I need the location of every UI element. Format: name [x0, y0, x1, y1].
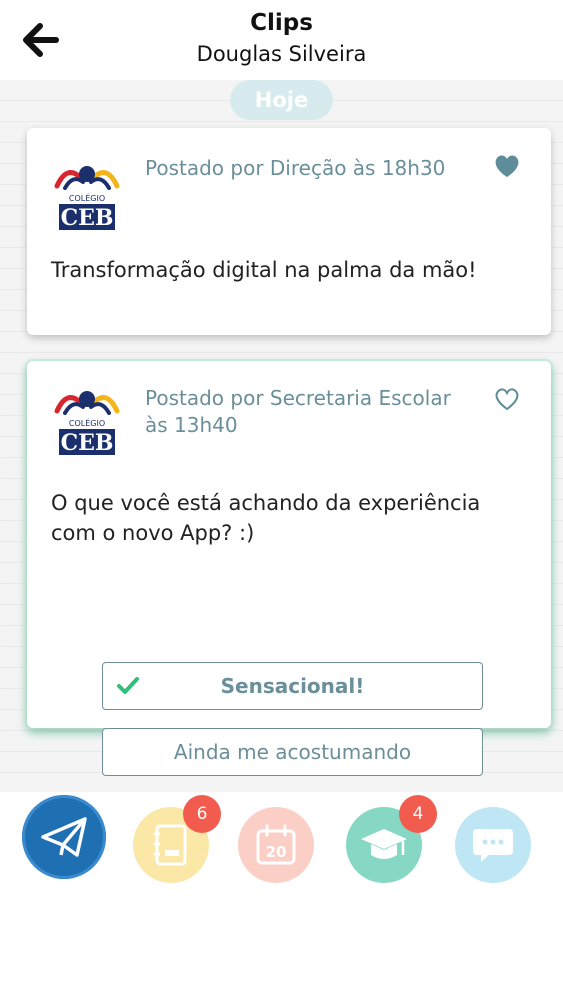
post-author-time: Postado por Secretaria Escolar às 13h40: [145, 386, 451, 437]
poll-option-label: Ainda me acostumando: [173, 740, 412, 764]
nav-chat-button[interactable]: [455, 807, 531, 883]
school-logo: COLÉGIO CEB: [54, 391, 120, 456]
graduation-cap-icon: [361, 829, 407, 859]
post-message: Transformação digital na palma da mão!: [51, 258, 477, 282]
feed[interactable]: Hoje COLÉGIO CEB Postado por Direção às …: [0, 80, 563, 792]
page-subtitle: Douglas Silveira: [196, 42, 367, 66]
post-message: O que você está achando da experiência c…: [51, 491, 481, 545]
logo-ceb-text: CEB: [61, 205, 114, 231]
checkmark-icon: [117, 677, 139, 694]
calendar-icon: 20: [256, 824, 296, 865]
post-author-time: Postado por Direção às 18h30: [145, 156, 446, 180]
school-logo: COLÉGIO CEB: [54, 166, 120, 231]
poll-option[interactable]: Ainda me acostumando: [102, 728, 483, 776]
agenda-notification-badge: 6: [183, 795, 221, 833]
app-header: Clips Douglas Silveira: [0, 0, 563, 80]
heart-filled-icon[interactable]: [493, 153, 521, 179]
nav-calendar-button[interactable]: 20: [238, 807, 314, 883]
calendar-day-text: 20: [266, 843, 287, 861]
paper-plane-icon: [41, 817, 87, 857]
day-separator: Hoje: [230, 80, 333, 120]
post-card: COLÉGIO CEB Postado por Direção às 18h30…: [27, 128, 551, 335]
chat-bubble-icon: [473, 829, 513, 862]
page-title: Clips: [250, 10, 313, 36]
logo-college-text: COLÉGIO: [69, 192, 105, 203]
bottom-nav: 6 20 4: [0, 792, 563, 1000]
grades-notification-badge: 4: [399, 795, 437, 833]
poll-post-card: COLÉGIO CEB Postado por Secretaria Escol…: [27, 361, 551, 776]
nav-send-button[interactable]: [22, 795, 106, 879]
logo-ceb-text: CEB: [61, 430, 114, 456]
poll-option-label: Sensacional!: [220, 674, 365, 698]
agenda-icon: [154, 824, 187, 866]
poll-option-selected[interactable]: Sensacional!: [102, 662, 483, 710]
heart-outline-icon[interactable]: [493, 386, 521, 412]
logo-college-text: COLÉGIO: [69, 417, 105, 428]
